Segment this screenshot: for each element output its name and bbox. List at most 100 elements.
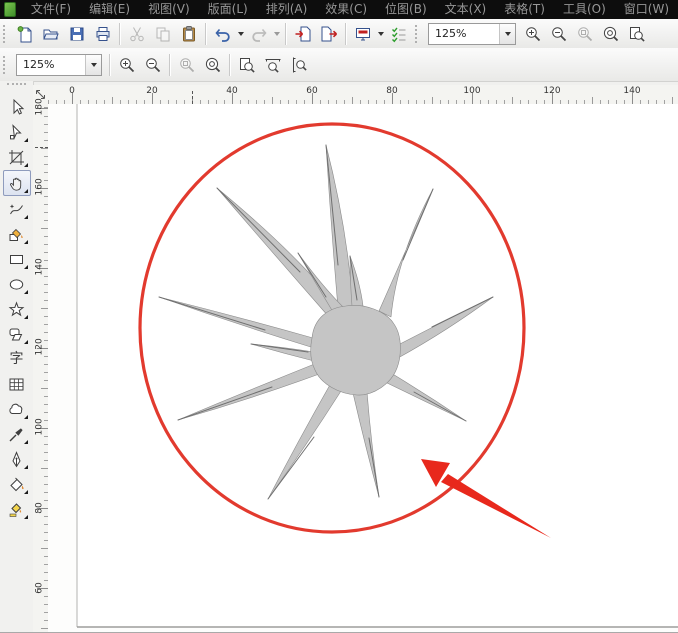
cut-button[interactable] bbox=[124, 22, 150, 46]
eyedropper-tool[interactable] bbox=[4, 422, 30, 446]
cursor-position-marker bbox=[35, 147, 48, 148]
toolbar-separator bbox=[205, 23, 207, 45]
ruler-label: 60 bbox=[306, 86, 317, 96]
toolbar-separator bbox=[109, 54, 111, 76]
freehand-tool[interactable] bbox=[4, 197, 30, 221]
menu-file[interactable]: 文件(F) bbox=[22, 0, 80, 19]
menu-tools[interactable]: 工具(O) bbox=[554, 0, 615, 19]
new-document-button[interactable] bbox=[12, 22, 38, 46]
options-button[interactable] bbox=[386, 22, 412, 46]
blend-tool[interactable] bbox=[4, 397, 30, 421]
application-launcher-dropdown-arrow[interactable] bbox=[376, 22, 386, 46]
ruler-label: 120 bbox=[543, 86, 560, 96]
menu-bar: 文件(F) 编辑(E) 视图(V) 版面(L) 排列(A) 效果(C) 位图(B… bbox=[0, 0, 678, 19]
coreldraw-window: 文件(F) 编辑(E) 视图(V) 版面(L) 排列(A) 效果(C) 位图(B… bbox=[0, 0, 678, 633]
fill-tool[interactable] bbox=[4, 472, 30, 496]
ruler-label: 100 bbox=[34, 421, 46, 436]
toolbar-grip[interactable] bbox=[3, 25, 8, 43]
redo-dropdown-arrow[interactable] bbox=[272, 22, 282, 46]
zoom-page-button[interactable] bbox=[624, 22, 650, 46]
undo-button[interactable] bbox=[210, 22, 236, 46]
zoom-level-value: 125% bbox=[429, 27, 499, 40]
menu-window[interactable]: 窗口(W) bbox=[615, 0, 678, 19]
toolbox: 字 bbox=[0, 81, 34, 633]
toolbar-grip[interactable] bbox=[3, 56, 8, 74]
ruler-label: 160 bbox=[34, 181, 46, 196]
cursor-position-marker bbox=[192, 91, 193, 104]
ruler-label: 140 bbox=[623, 86, 640, 96]
ruler-label: 180 bbox=[34, 101, 46, 116]
menu-table[interactable]: 表格(T) bbox=[495, 0, 554, 19]
zoom-level-combobox-property[interactable]: 125% bbox=[16, 54, 102, 76]
application-launcher-button[interactable] bbox=[350, 22, 376, 46]
toolbox-grip[interactable] bbox=[7, 83, 26, 92]
toolbar-grip[interactable] bbox=[415, 25, 420, 43]
pick-tool[interactable] bbox=[4, 95, 30, 119]
text-tool-glyph: 字 bbox=[7, 350, 26, 369]
horizontal-ruler[interactable]: 0 20 40 60 80 100 120 140 bbox=[48, 85, 678, 105]
toolbar-separator bbox=[345, 23, 347, 45]
zoom-level-value: 125% bbox=[17, 58, 85, 71]
combobox-dropdown-icon[interactable] bbox=[85, 55, 101, 75]
zoom-page-button[interactable] bbox=[234, 53, 260, 77]
rectangle-tool[interactable] bbox=[4, 247, 30, 271]
basic-shapes-tool[interactable] bbox=[4, 322, 30, 346]
menu-edit[interactable]: 编辑(E) bbox=[80, 0, 139, 19]
menu-view[interactable]: 视图(V) bbox=[139, 0, 199, 19]
ruler-label: 40 bbox=[226, 86, 237, 96]
drawing-canvas[interactable] bbox=[48, 104, 678, 633]
crop-tool[interactable] bbox=[4, 145, 30, 169]
pan-tool[interactable] bbox=[3, 170, 31, 196]
zoom-level-combobox[interactable]: 125% bbox=[428, 23, 516, 45]
zoom-out-button[interactable] bbox=[546, 22, 572, 46]
zoom-selected-button[interactable] bbox=[174, 53, 200, 77]
save-button[interactable] bbox=[64, 22, 90, 46]
paste-button[interactable] bbox=[176, 22, 202, 46]
menu-arrange[interactable]: 排列(A) bbox=[257, 0, 317, 19]
zoom-page-height-button[interactable] bbox=[286, 53, 312, 77]
ruler-label: 0 bbox=[69, 86, 75, 96]
property-bar: 125% bbox=[0, 48, 678, 82]
toolbar-separator bbox=[285, 23, 287, 45]
open-button[interactable] bbox=[38, 22, 64, 46]
zoom-out-button[interactable] bbox=[140, 53, 166, 77]
outline-pen-tool[interactable] bbox=[4, 447, 30, 471]
interactive-fill-tool[interactable] bbox=[4, 497, 30, 521]
redo-button[interactable] bbox=[246, 22, 272, 46]
ruler-label: 80 bbox=[386, 86, 397, 96]
shape-tool[interactable] bbox=[4, 120, 30, 144]
zoom-all-objects-button[interactable] bbox=[598, 22, 624, 46]
ruler-label: 80 bbox=[34, 501, 46, 516]
zoom-selected-button[interactable] bbox=[572, 22, 598, 46]
export-button[interactable] bbox=[316, 22, 342, 46]
zoom-page-width-button[interactable] bbox=[260, 53, 286, 77]
app-logo-icon bbox=[4, 2, 16, 17]
zoom-all-objects-button[interactable] bbox=[200, 53, 226, 77]
toolbar-separator bbox=[119, 23, 121, 45]
text-tool[interactable]: 字 bbox=[4, 347, 30, 371]
zoom-in-button[interactable] bbox=[114, 53, 140, 77]
ruler-label: 60 bbox=[34, 581, 46, 596]
vertical-ruler[interactable]: 180 160 140 120 100 80 60 bbox=[33, 104, 49, 633]
zoom-in-button[interactable] bbox=[520, 22, 546, 46]
print-button[interactable] bbox=[90, 22, 116, 46]
standard-toolbar: 125% bbox=[0, 19, 678, 49]
ellipse-tool[interactable] bbox=[4, 272, 30, 296]
toolbar-separator bbox=[169, 54, 171, 76]
ruler-label: 100 bbox=[463, 86, 480, 96]
ruler-label: 120 bbox=[34, 341, 46, 356]
polygon-tool[interactable] bbox=[4, 297, 30, 321]
copy-button[interactable] bbox=[150, 22, 176, 46]
ruler-label: 20 bbox=[146, 86, 157, 96]
toolbar-separator bbox=[229, 54, 231, 76]
import-button[interactable] bbox=[290, 22, 316, 46]
menu-effects[interactable]: 效果(C) bbox=[316, 0, 376, 19]
table-tool[interactable] bbox=[4, 372, 30, 396]
smart-fill-tool[interactable] bbox=[4, 222, 30, 246]
menu-layout[interactable]: 版面(L) bbox=[199, 0, 257, 19]
menu-text[interactable]: 文本(X) bbox=[436, 0, 496, 19]
undo-dropdown-arrow[interactable] bbox=[236, 22, 246, 46]
menu-bitmaps[interactable]: 位图(B) bbox=[376, 0, 436, 19]
combobox-dropdown-icon[interactable] bbox=[499, 24, 515, 44]
ruler-label: 140 bbox=[34, 261, 46, 276]
